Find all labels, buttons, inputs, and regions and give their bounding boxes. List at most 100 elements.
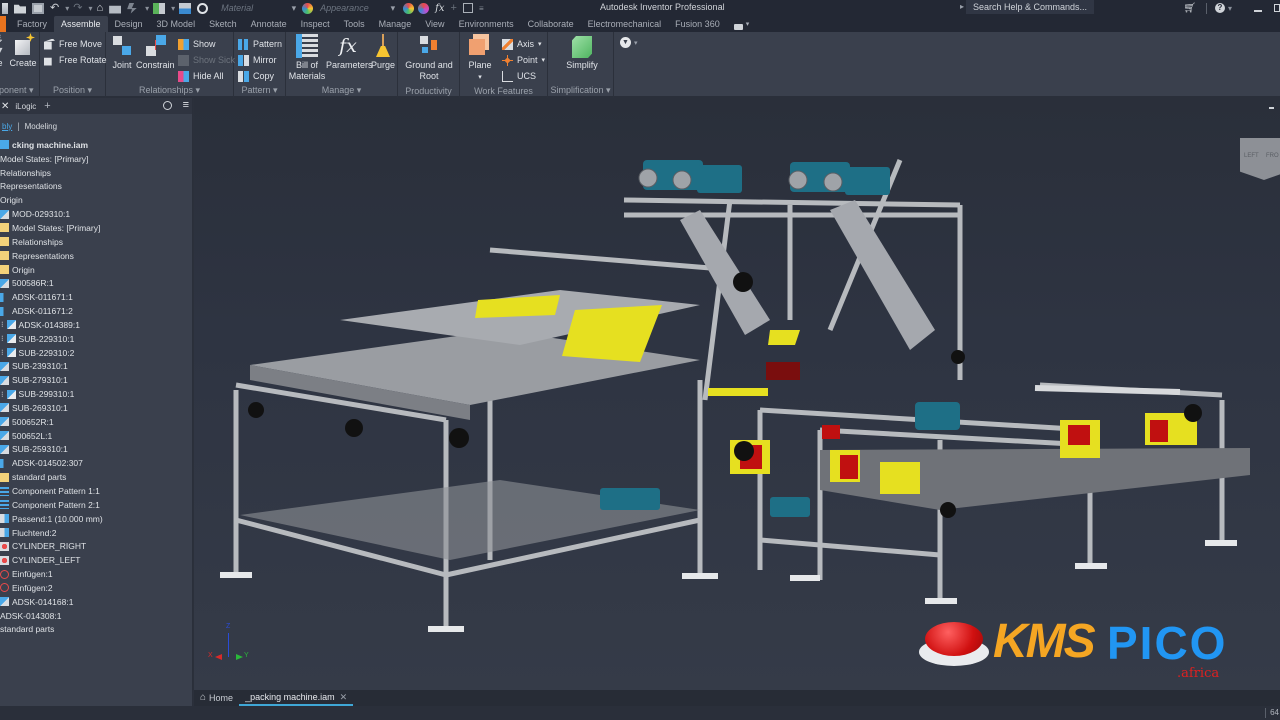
- panel-label-relationships[interactable]: Relationships ▾: [106, 85, 233, 96]
- cart-icon[interactable]: 🛒︎: [1183, 3, 1196, 14]
- browser-tree-item[interactable]: Relationships: [0, 235, 192, 249]
- constrain-button[interactable]: Constrain: [136, 34, 175, 71]
- show-button[interactable]: Show: [178, 37, 216, 51]
- browser-tree-item[interactable]: Representations: [0, 249, 192, 263]
- appearance-dropdown[interactable]: Appearance: [317, 2, 395, 15]
- browser-tree-item[interactable]: 500652R:1: [0, 415, 192, 429]
- joint-button[interactable]: Joint: [110, 34, 134, 71]
- update-icon[interactable]: [127, 2, 137, 14]
- panel-label-simplification[interactable]: Simplification ▾: [548, 85, 613, 96]
- panel-label-pattern[interactable]: Pattern ▾: [234, 85, 285, 96]
- view-tab-modeling[interactable]: Modeling: [25, 122, 57, 131]
- browser-tree-item[interactable]: Component Pattern 2:1: [0, 498, 192, 512]
- viewcube-left-face[interactable]: LEFT: [1244, 153, 1259, 159]
- file-tab[interactable]: [0, 16, 6, 32]
- adjust-appearance-icon[interactable]: [403, 2, 415, 14]
- free-rotate-button[interactable]: Free Rotate: [44, 53, 107, 67]
- clear-appearance-icon[interactable]: [418, 2, 430, 14]
- browser-tree-item[interactable]: Representations: [0, 180, 192, 194]
- browser-tree-item[interactable]: CYLINDER_LEFT: [0, 553, 192, 567]
- search-help-input[interactable]: Search Help & Commands...: [960, 0, 1094, 14]
- close-browser-icon[interactable]: ✕: [1, 101, 9, 112]
- panel-label-position[interactable]: Position ▾: [40, 85, 105, 96]
- browser-tree-item[interactable]: Model States: [Primary]: [0, 152, 192, 166]
- material-dropdown[interactable]: Material: [218, 2, 296, 15]
- viewcube[interactable]: LEFT FRO: [1240, 138, 1280, 180]
- restore-icon[interactable]: [1274, 4, 1280, 12]
- browser-tree-item[interactable]: Relationships: [0, 166, 192, 180]
- show-sick-button[interactable]: Show Sick: [178, 53, 235, 67]
- plus-icon[interactable]: +: [451, 2, 457, 14]
- tab-electromechanical[interactable]: Electromechanical: [581, 16, 669, 32]
- save-icon[interactable]: [32, 2, 44, 14]
- view-tab-assembly[interactable]: bly: [2, 122, 12, 131]
- free-move-button[interactable]: Free Move: [44, 37, 102, 51]
- browser-tree-item[interactable]: Passend:1 (10.000 mm): [0, 512, 192, 526]
- browser-tree-item[interactable]: standard parts: [0, 470, 192, 484]
- tab-sketch[interactable]: Sketch: [202, 16, 244, 32]
- fx-icon[interactable]: fx: [435, 3, 444, 14]
- tab-annotate[interactable]: Annotate: [244, 16, 294, 32]
- panel-label-component[interactable]: Component ▾: [0, 85, 39, 96]
- tab-collaborate[interactable]: Collaborate: [521, 16, 581, 32]
- redo-icon[interactable]: ↷: [73, 2, 82, 14]
- parameters-button[interactable]: fx Parameters: [326, 34, 373, 71]
- browser-tab-ilogic[interactable]: iLogic: [15, 102, 36, 111]
- appearance-override-icon[interactable]: [197, 2, 209, 14]
- browser-tree-item[interactable]: SUB-259310:1: [0, 443, 192, 457]
- projects-icon[interactable]: [109, 5, 122, 14]
- browser-tree-item[interactable]: ADSK-011671:1: [0, 290, 192, 304]
- select-priority-icon[interactable]: [179, 2, 192, 14]
- browser-tree-item[interactable]: Component Pattern 1:1: [0, 484, 192, 498]
- tab-inspect[interactable]: Inspect: [294, 16, 337, 32]
- browser-tree-item[interactable]: Fluchtend:2: [0, 526, 192, 540]
- open-folder-icon[interactable]: [14, 4, 26, 14]
- tab-design[interactable]: Design: [108, 16, 150, 32]
- browser-tree-item[interactable]: SUB-269310:1: [0, 401, 192, 415]
- graphics-viewport[interactable]: LEFT FRO Z X Y KMS PICO .africa: [194, 98, 1280, 690]
- ribbon-options-button[interactable]: ▼ ▾: [620, 37, 638, 48]
- packing-machine-model[interactable]: [194, 98, 1280, 690]
- browser-tree-item[interactable]: Origin: [0, 263, 192, 277]
- browser-tree-item[interactable]: Einfügen:2: [0, 581, 192, 595]
- copy-button[interactable]: Copy: [238, 69, 274, 83]
- redo-dropdown-icon[interactable]: ▾: [88, 4, 92, 13]
- tab-view[interactable]: View: [418, 16, 451, 32]
- browser-menu-icon[interactable]: ≡: [183, 100, 189, 111]
- create-button[interactable]: Create: [9, 33, 37, 69]
- select-icon[interactable]: [153, 2, 166, 14]
- ribbon-display-toggle[interactable]: ▾: [727, 16, 757, 32]
- document-tab-packing-machine[interactable]: _packing machine.iam ✕: [239, 689, 354, 706]
- new-icon[interactable]: [2, 2, 8, 14]
- customize-icon[interactable]: ≡: [479, 4, 484, 13]
- minimize-icon[interactable]: [1254, 10, 1262, 12]
- bill-of-materials-button[interactable]: Bill of Materials: [288, 34, 326, 82]
- browser-tree-item[interactable]: ⁝ SUB-229310:2: [0, 346, 192, 360]
- simplify-button[interactable]: Simplify: [560, 34, 604, 71]
- tab-fusion-360[interactable]: Fusion 360: [668, 16, 727, 32]
- browser-tree-item[interactable]: ADSK-014502:307: [0, 456, 192, 470]
- home-icon[interactable]: ⌂: [96, 2, 103, 14]
- browser-tree-item[interactable]: standard parts: [0, 623, 192, 637]
- browser-tree-item[interactable]: MOD-029310:1: [0, 207, 192, 221]
- browser-tree-item[interactable]: SUB-239310:1: [0, 360, 192, 374]
- purge-button[interactable]: Purge: [370, 34, 396, 71]
- help-icon[interactable]: ?: [1214, 3, 1225, 13]
- viewcube-home-icon[interactable]: [1269, 107, 1274, 109]
- browser-tree-item[interactable]: Origin: [0, 193, 192, 207]
- browser-tree-item[interactable]: Model States: [Primary]: [0, 221, 192, 235]
- browser-search-icon[interactable]: [163, 101, 172, 110]
- close-tab-icon[interactable]: ✕: [340, 689, 348, 705]
- home-tab[interactable]: ⌂ Home: [194, 690, 239, 706]
- browser-tree-item[interactable]: SUB-279310:1: [0, 373, 192, 387]
- help-dropdown-icon[interactable]: ▾: [1228, 4, 1232, 13]
- viewcube-front-face[interactable]: FRO: [1266, 153, 1279, 159]
- add-browser-tab-icon[interactable]: +: [44, 100, 50, 112]
- axis-button[interactable]: Axis ▾: [502, 37, 542, 51]
- browser-tree-item[interactable]: ADSK-014168:1: [0, 595, 192, 609]
- undo-icon[interactable]: ↶: [50, 2, 59, 14]
- browser-tree-item[interactable]: ADSK-014308:1: [0, 609, 192, 623]
- browser-tree-item[interactable]: Einfügen:1: [0, 567, 192, 581]
- tab-3d-model[interactable]: 3D Model: [150, 16, 203, 32]
- mirror-button[interactable]: Mirror: [238, 53, 277, 67]
